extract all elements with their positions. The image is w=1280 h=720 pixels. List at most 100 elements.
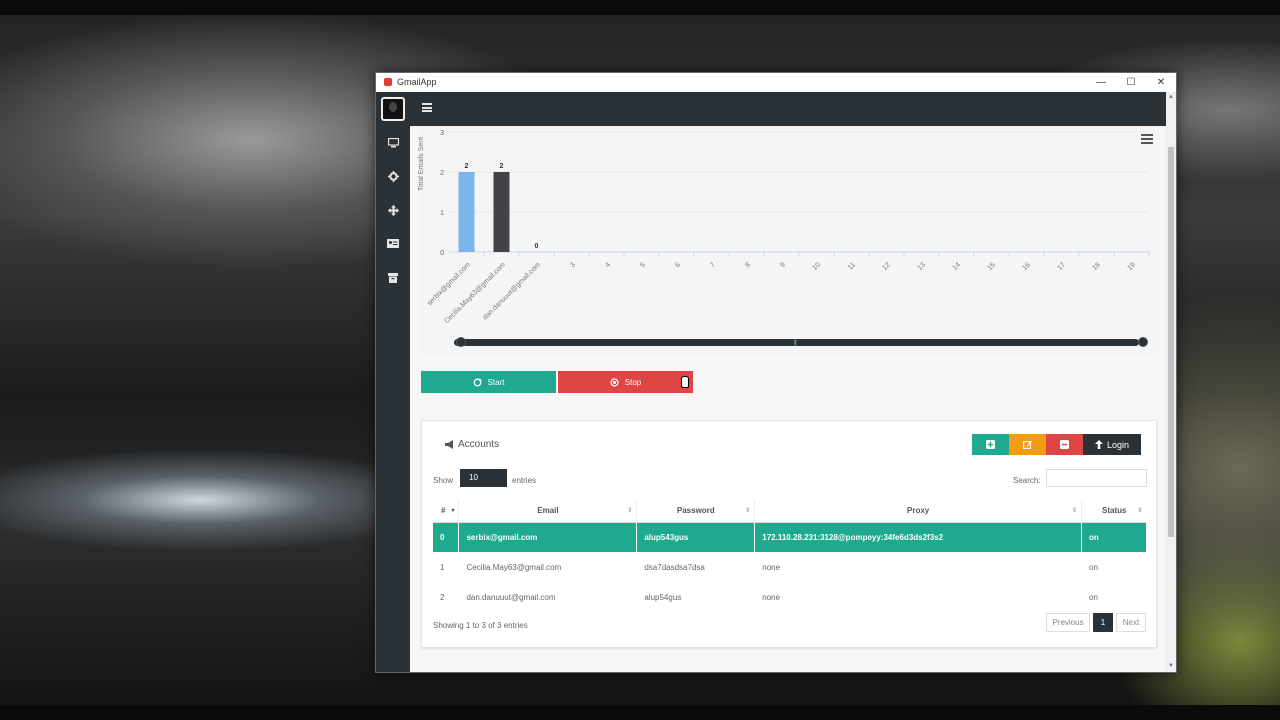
desktop-top-strip bbox=[0, 0, 1280, 15]
page-length-select[interactable]: 10 bbox=[460, 469, 507, 487]
avatar[interactable] bbox=[381, 97, 405, 121]
show-label: Show bbox=[433, 476, 454, 485]
chart-canvas: 0123serbix@gmail.comCecilia.May63@gmail.… bbox=[426, 130, 1150, 325]
stop-button[interactable]: Stop bbox=[558, 371, 693, 393]
x-tick-label: 9 bbox=[779, 261, 787, 269]
x-tick-label: 19 bbox=[1126, 261, 1137, 272]
y-tick-label: 0 bbox=[440, 250, 444, 257]
scrollbar-thumb[interactable] bbox=[1168, 147, 1174, 537]
app-icon bbox=[384, 78, 392, 86]
search-input[interactable] bbox=[1046, 469, 1147, 487]
x-tick-label: dan.danuuut@gmail.com bbox=[482, 261, 542, 321]
id-card-icon[interactable] bbox=[376, 239, 410, 251]
slider-grip-icon[interactable]: ||| bbox=[794, 340, 797, 346]
column-header-email[interactable]: Email ⇕ bbox=[458, 500, 638, 523]
cell-status: on bbox=[1081, 522, 1147, 552]
column-header-status[interactable]: Status ⇕ bbox=[1081, 500, 1147, 523]
app-window: GmailApp — ☐ ✕ 0 1 2 3 serbix@gmail.com Cecil… bbox=[375, 72, 1177, 673]
x-tick-label: 6 bbox=[674, 261, 682, 269]
bar-data-label: 2 bbox=[465, 163, 469, 170]
pagination-page-1[interactable]: 1 bbox=[1093, 613, 1113, 632]
x-tick-label: 7 bbox=[709, 261, 717, 269]
cell-email: serbix@gmail.com bbox=[458, 522, 638, 552]
refresh-icon bbox=[473, 378, 482, 386]
sidebar bbox=[376, 92, 410, 672]
chart-menu-icon[interactable] bbox=[1141, 134, 1153, 144]
window-title: GmailApp bbox=[397, 77, 437, 87]
y-tick-label: 1 bbox=[440, 210, 444, 217]
scroll-down-icon[interactable]: ▼ bbox=[1166, 663, 1176, 669]
archive-icon[interactable] bbox=[376, 273, 410, 286]
move-icon[interactable] bbox=[376, 205, 410, 219]
cell-proxy: 172.110.28.231:3128@pompeyy:34fe6d3ds2f3… bbox=[754, 522, 1083, 552]
megaphone-icon bbox=[445, 440, 453, 449]
x-tick-label: 15 bbox=[986, 261, 997, 272]
cell-email: dan.danuuut@gmail.com bbox=[458, 582, 638, 612]
gear-icon[interactable] bbox=[376, 171, 410, 185]
close-button[interactable]: ✕ bbox=[1146, 73, 1176, 92]
mouse-pointer-icon bbox=[681, 376, 689, 388]
add-account-button[interactable] bbox=[972, 434, 1009, 455]
column-header-number[interactable]: # ▾ bbox=[433, 500, 460, 523]
table-header-row: # ▾ Email ⇕ Password ⇕ Proxy ⇕ Status ⇕ bbox=[433, 500, 1147, 523]
scroll-up-icon[interactable]: ▲ bbox=[1166, 94, 1176, 100]
pagination-previous[interactable]: Previous bbox=[1046, 613, 1090, 632]
slider-right-handle[interactable] bbox=[1138, 337, 1148, 347]
chart-bar bbox=[493, 172, 510, 252]
x-tick-label: Cecilia.May63@gmail.com bbox=[443, 261, 507, 325]
column-header-password[interactable]: Password ⇕ bbox=[636, 500, 756, 523]
plus-square-icon bbox=[986, 440, 995, 449]
x-tick-label: 14 bbox=[951, 261, 962, 272]
x-tick-label: 13 bbox=[916, 261, 927, 272]
vertical-scrollbar[interactable]: ▲ ▼ bbox=[1166, 92, 1176, 672]
table-row[interactable]: 0 serbix@gmail.com alup543gus 172.110.28… bbox=[433, 522, 1147, 552]
start-button[interactable]: Start bbox=[421, 371, 556, 393]
desktop-bottom-strip bbox=[0, 705, 1280, 720]
cell-status: on bbox=[1081, 582, 1147, 612]
x-tick-label: 11 bbox=[847, 261, 857, 271]
cell-password: alup543gus bbox=[636, 522, 756, 552]
x-tick-label: 3 bbox=[569, 261, 577, 269]
pagination-next[interactable]: Next bbox=[1116, 613, 1146, 632]
cell-password: dsa7dasdsa7dsa bbox=[636, 552, 756, 582]
slider-left-handle[interactable] bbox=[456, 337, 466, 347]
chart-range-slider[interactable] bbox=[454, 339, 1139, 346]
top-bar bbox=[410, 92, 1176, 126]
main-content: 0 1 2 3 serbix@gmail.com Cecilia.May63@gmail.… bbox=[410, 126, 1166, 672]
accounts-title-text: Accounts bbox=[458, 439, 500, 450]
cell-proxy: none bbox=[754, 552, 1083, 582]
login-button[interactable]: Login bbox=[1083, 434, 1141, 455]
x-tick-label: 8 bbox=[744, 261, 752, 269]
upload-icon bbox=[1094, 440, 1103, 449]
start-button-label: Start bbox=[487, 377, 505, 387]
x-tick-label: 10 bbox=[811, 261, 822, 272]
edit-icon bbox=[1023, 440, 1032, 449]
menu-toggle-icon[interactable] bbox=[422, 103, 432, 112]
cell-proxy: none bbox=[754, 582, 1083, 612]
title-bar: GmailApp — ☐ ✕ bbox=[376, 73, 1176, 92]
table-row[interactable]: 1 Cecilia.May63@gmail.com dsa7dasdsa7dsa… bbox=[433, 552, 1147, 582]
minimize-button[interactable]: — bbox=[1086, 73, 1116, 92]
stop-button-label: Stop bbox=[624, 377, 642, 387]
stop-circle-icon bbox=[610, 377, 619, 387]
table-row[interactable]: 2 dan.danuuut@gmail.com alup54gus none o… bbox=[433, 582, 1147, 612]
x-tick-label: 17 bbox=[1056, 261, 1067, 272]
x-tick-label: 4 bbox=[604, 261, 612, 269]
chart-y-axis-label: Total Emails Sent bbox=[418, 136, 425, 191]
edit-account-button[interactable] bbox=[1009, 434, 1046, 455]
monitor-icon[interactable] bbox=[376, 137, 410, 151]
cell-status: on bbox=[1081, 552, 1147, 582]
maximize-button[interactable]: ☐ bbox=[1116, 73, 1146, 92]
accounts-panel-title: Accounts bbox=[444, 439, 499, 450]
minus-square-icon bbox=[1060, 440, 1069, 449]
login-button-label: Login bbox=[1106, 439, 1130, 450]
cell-number: 0 bbox=[433, 522, 460, 552]
x-tick-label: 12 bbox=[881, 261, 892, 272]
column-header-proxy[interactable]: Proxy ⇕ bbox=[754, 500, 1083, 523]
cell-number: 1 bbox=[433, 552, 460, 582]
y-tick-label: 3 bbox=[440, 130, 444, 137]
x-tick-label: 18 bbox=[1091, 261, 1102, 272]
entries-label: entries bbox=[512, 476, 537, 485]
cell-password: alup54gus bbox=[636, 582, 756, 612]
delete-account-button[interactable] bbox=[1046, 434, 1083, 455]
